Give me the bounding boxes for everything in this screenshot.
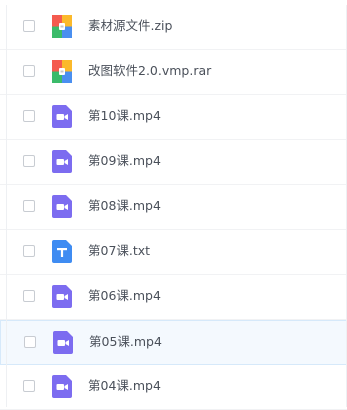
column-divider <box>6 5 7 407</box>
row-checkbox[interactable] <box>23 155 35 167</box>
row-checkbox[interactable] <box>23 110 35 122</box>
video-file-icon <box>52 195 72 218</box>
file-name[interactable]: 第09课.mp4 <box>88 153 161 169</box>
file-name[interactable]: 第07课.txt <box>88 243 150 259</box>
file-row[interactable]: 第04课.mp4 <box>0 365 347 410</box>
file-name[interactable]: 第08课.mp4 <box>88 198 161 214</box>
row-checkbox[interactable] <box>23 20 35 32</box>
video-file-icon <box>52 285 72 308</box>
file-row-hovered[interactable]: 第05课.mp4 <box>0 320 347 365</box>
zip-file-icon <box>52 60 72 83</box>
row-checkbox[interactable] <box>24 336 36 348</box>
row-checkbox[interactable] <box>23 290 35 302</box>
file-row[interactable]: 第07课.txt <box>0 230 347 275</box>
file-row[interactable]: 第06课.mp4 <box>0 275 347 320</box>
video-file-icon <box>52 105 72 128</box>
row-checkbox[interactable] <box>23 65 35 77</box>
file-list: 素材源文件.zip 改图软件2.0.vmp.rar 第10课.mp4 第09课.… <box>0 5 347 410</box>
file-row[interactable]: 素材源文件.zip <box>0 5 347 50</box>
file-row[interactable]: 改图软件2.0.vmp.rar <box>0 50 347 95</box>
row-checkbox[interactable] <box>23 200 35 212</box>
file-name[interactable]: 第05课.mp4 <box>89 334 162 350</box>
file-name[interactable]: 素材源文件.zip <box>88 18 172 34</box>
video-file-icon <box>52 150 72 173</box>
file-name[interactable]: 第10课.mp4 <box>88 108 161 124</box>
file-row[interactable]: 第09课.mp4 <box>0 140 347 185</box>
file-name[interactable]: 第04课.mp4 <box>88 378 161 394</box>
row-checkbox[interactable] <box>23 245 35 257</box>
file-row[interactable]: 第08课.mp4 <box>0 185 347 230</box>
video-file-icon <box>52 375 72 398</box>
file-name[interactable]: 第06课.mp4 <box>88 288 161 304</box>
video-file-icon <box>53 331 73 354</box>
file-row[interactable]: 第10课.mp4 <box>0 95 347 140</box>
file-name[interactable]: 改图软件2.0.vmp.rar <box>88 63 211 79</box>
zip-file-icon <box>52 15 72 38</box>
text-file-icon <box>52 240 72 263</box>
row-checkbox[interactable] <box>23 380 35 392</box>
